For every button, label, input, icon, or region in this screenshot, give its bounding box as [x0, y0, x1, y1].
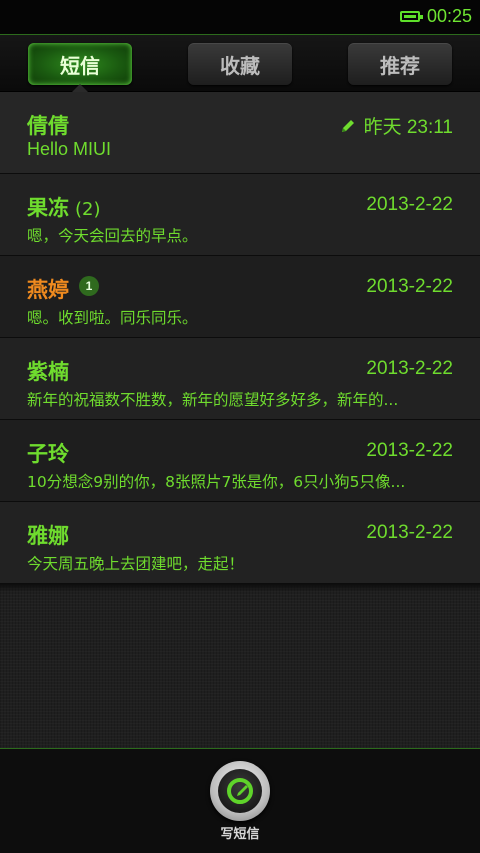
battery-icon [400, 11, 423, 22]
tab-bar: 短信 收藏 推荐 [0, 34, 480, 92]
contact-name: 倩倩 [27, 114, 69, 138]
message-preview: 10分想念9别的你，8张照片7张是你，6只小狗5只像... [27, 473, 406, 491]
contact-name: 雅娜 [27, 524, 69, 548]
active-tab-pointer [72, 84, 88, 92]
status-time: 00:25 [426, 6, 472, 26]
tab-recommended[interactable]: 推荐 [348, 43, 452, 85]
message-preview: 嗯。收到啦。同乐同乐。 [27, 309, 198, 327]
message-count: (2) [75, 199, 101, 220]
conversation-row[interactable]: 紫楠 2013-2-22 新年的祝福数不胜数，新年的愿望好多好多，新年的... [0, 338, 480, 428]
message-time: 2013-2-22 [366, 440, 453, 461]
conversation-row[interactable]: 燕婷 1 2013-2-22 嗯。收到啦。同乐同乐。 [0, 256, 480, 346]
conversation-list: 倩倩 昨天 23:11 Hello MIUI 果冻 (2) 2013-2-22 嗯… [0, 92, 480, 748]
contact-name: 燕婷 [27, 278, 69, 302]
compose-icon [218, 769, 262, 813]
unread-badge: 1 [79, 276, 99, 296]
message-preview: 嗯，今天会回去的早点。 [27, 227, 198, 245]
conversation-row[interactable]: 果冻 (2) 2013-2-22 嗯，今天会回去的早点。 [0, 174, 480, 264]
message-time: 2013-2-22 [366, 276, 453, 297]
draft-pencil-icon [341, 119, 354, 132]
message-preview: 今天周五晚上去团建吧，走起！ [27, 555, 245, 573]
timestamp-group: 昨天 23:11 [340, 112, 453, 139]
status-bar: 00:25 [0, 0, 480, 34]
message-time: 2013-2-22 [366, 358, 453, 379]
conversation-row[interactable]: 子玲 2013-2-22 10分想念9别的你，8张照片7张是你，6只小狗5只像.… [0, 420, 480, 510]
contact-name: 子玲 [27, 442, 69, 466]
contact-name: 紫楠 [27, 360, 69, 384]
compose-label: 写短信 [220, 827, 260, 842]
compose-button[interactable] [210, 761, 270, 821]
message-time: 2013-2-22 [366, 522, 453, 543]
message-time: 2013-2-22 [366, 194, 453, 215]
tab-favorites[interactable]: 收藏 [188, 43, 292, 85]
message-time: 昨天 23:11 [363, 117, 453, 138]
tab-messages[interactable]: 短信 [28, 43, 132, 85]
contact-name: 果冻 (2) [27, 196, 101, 220]
conversation-row[interactable]: 倩倩 昨天 23:11 Hello MIUI [0, 92, 480, 182]
message-preview: 新年的祝福数不胜数，新年的愿望好多好多，新年的... [27, 391, 399, 409]
bottom-action-bar: 写短信 [0, 748, 480, 853]
message-preview: Hello MIUI [27, 139, 112, 159]
conversation-row[interactable]: 雅娜 2013-2-22 今天周五晚上去团建吧，走起！ [0, 502, 480, 592]
